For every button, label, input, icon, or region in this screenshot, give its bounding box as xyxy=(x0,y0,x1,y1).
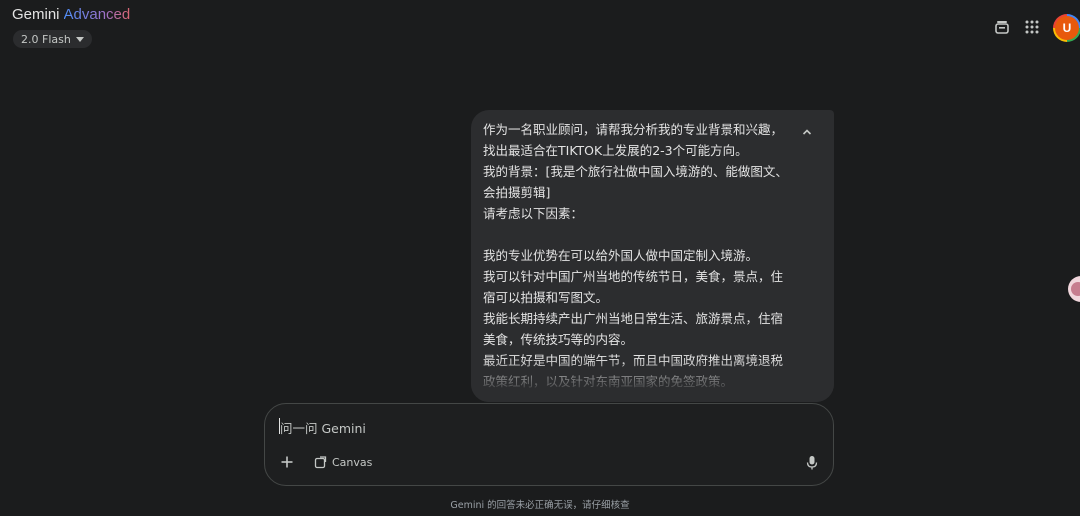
prompt-input-box[interactable]: 问一问 Gemini Canvas xyxy=(264,403,834,486)
message-line: 我的背景：[我是个旅行社做中国入境游的、能做图文、会拍摄剪辑] xyxy=(483,164,788,200)
microphone-icon xyxy=(806,456,818,470)
user-message-bubble: 作为一名职业顾问，请帮我分析我的专业背景和兴趣，找出最适合在TIKTOK上发展的… xyxy=(471,110,834,402)
prompt-input[interactable]: 问一问 Gemini xyxy=(280,418,366,437)
chevron-up-icon xyxy=(802,129,812,135)
apps-grid-icon[interactable] xyxy=(1022,17,1042,37)
canvas-label: Canvas xyxy=(332,455,373,469)
user-message-text: 作为一名职业顾问，请帮我分析我的专业背景和兴趣，找出最适合在TIKTOK上发展的… xyxy=(483,119,795,392)
model-label: 2.0 Flash xyxy=(21,32,71,46)
brand-gemini: Gemini xyxy=(12,6,60,23)
canvas-icon xyxy=(314,455,327,468)
chat-history-icon[interactable] xyxy=(992,17,1012,37)
message-line: 作为一名职业顾问，请帮我分析我的专业背景和兴趣，找出最适合在TIKTOK上发展的… xyxy=(483,122,784,158)
extension-side-tab[interactable] xyxy=(1068,276,1080,302)
avatar: U xyxy=(1055,16,1079,40)
collapse-message-button[interactable] xyxy=(797,122,817,142)
message-fade-overlay xyxy=(471,358,834,402)
plus-icon xyxy=(281,456,293,468)
microphone-button[interactable] xyxy=(806,455,820,471)
message-line: 我的专业优势在可以给外国人做中国定制入境游。 xyxy=(483,248,759,263)
gemini-chat-page: Gemini Advanced 2.0 Flash U 作为一名职业顾问，请帮我分… xyxy=(0,0,1080,516)
disclaimer-text: Gemini 的回答未必正确无误，请仔细核查 xyxy=(450,500,630,511)
brand-advanced: Advanced xyxy=(63,6,131,23)
app-brand[interactable]: Gemini Advanced xyxy=(12,6,130,23)
canvas-button[interactable]: Canvas xyxy=(314,454,372,470)
add-files-button[interactable] xyxy=(279,454,295,470)
chevron-down-icon xyxy=(75,36,84,42)
message-line: ​ xyxy=(483,224,795,245)
model-selector[interactable]: 2.0 Flash xyxy=(13,30,92,48)
account-avatar-button[interactable]: U xyxy=(1053,14,1080,42)
extension-icon xyxy=(1071,282,1080,296)
message-line: 请考虑以下因素： xyxy=(483,206,584,221)
message-line: 我能长期持续产出广州当地日常生活、旅游景点，住宿美食，传统技巧等的内容。 xyxy=(483,311,784,347)
message-line: 我可以针对中国广州当地的传统节日，美食，景点，住宿可以拍摄和写图文。 xyxy=(483,269,784,305)
